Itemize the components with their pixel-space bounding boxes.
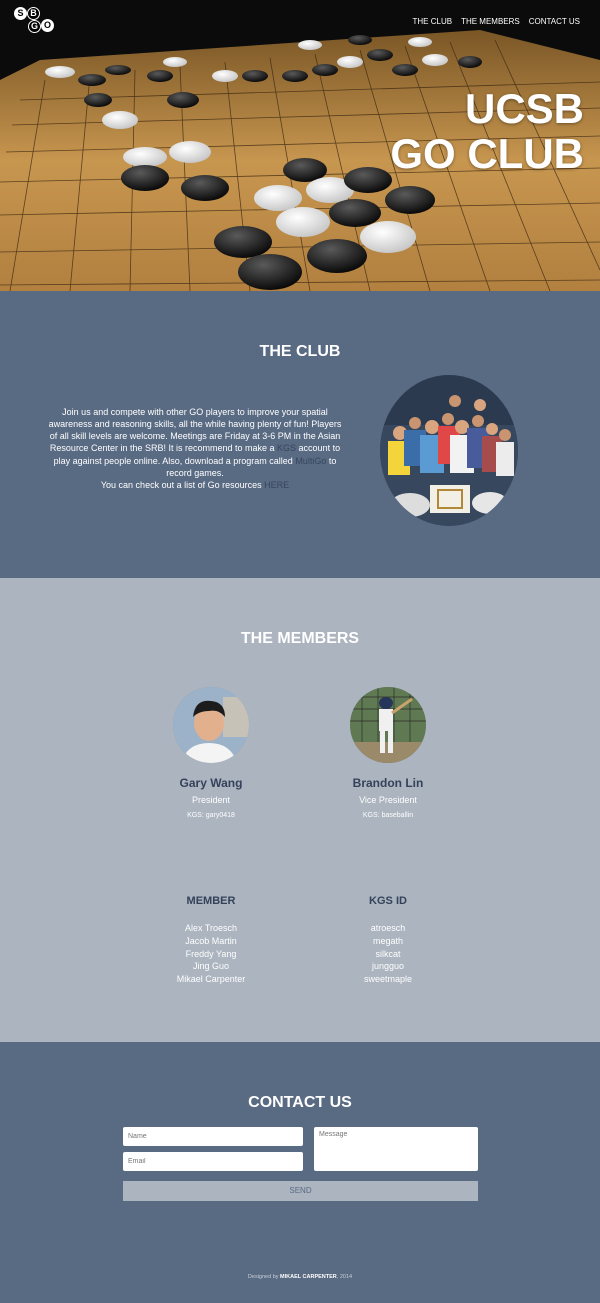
avatar-image [350, 687, 426, 763]
member-name: Jing Guo [192, 961, 230, 972]
officer-kgs: KGS: gary0418 [187, 812, 235, 819]
multigo-link[interactable]: MultiGo [295, 456, 326, 466]
kgs-link[interactable]: KGS [277, 443, 296, 453]
officer-avatar [350, 687, 426, 763]
club-description: Join us and compete with other GO player… [45, 406, 345, 491]
member-kgs-id: silkcat [375, 948, 401, 959]
hero-title: UCSB GO CLUB [390, 86, 584, 177]
name-input[interactable] [123, 1127, 303, 1146]
member-kgs-id: jungguo [371, 961, 405, 972]
member-kgs-id: sweetmaple [363, 974, 413, 985]
kgs-column-header: KGS ID [369, 895, 407, 907]
logo-letter: B [27, 7, 40, 20]
avatar-image [173, 687, 249, 763]
member-name: Jacob Martin [185, 935, 237, 946]
club-group-photo [380, 375, 518, 526]
footer-suffix: , 2014 [336, 1274, 353, 1280]
resources-here-link[interactable]: HERE [264, 480, 289, 490]
officer-kgs: KGS: baseballin [362, 812, 414, 819]
member-kgs-id: megath [372, 935, 404, 946]
officer-name: Gary Wang [179, 776, 243, 790]
officer-card: Brandon Lin Vice President KGS: baseball… [328, 687, 448, 819]
hero-banner: S B G O THE CLUB THE MEMBERS CONTACT US … [0, 0, 600, 291]
message-textarea[interactable] [314, 1127, 478, 1171]
send-button[interactable]: SEND [123, 1181, 478, 1201]
hero-title-line1: UCSB [464, 85, 584, 132]
nav-the-members[interactable]: THE MEMBERS [461, 17, 520, 26]
logo-letter: G [28, 20, 41, 33]
officer-card: Gary Wang President KGS: gary0418 [151, 687, 271, 819]
officer-role: Vice President [359, 795, 417, 805]
member-name: Freddy Yang [185, 948, 237, 959]
club-title: THE CLUB [259, 343, 341, 360]
members-title: THE MEMBERS [240, 630, 360, 647]
nav-the-club[interactable]: THE CLUB [413, 17, 453, 26]
footer-credit: Designed by MIKAEL CARPENTER, 2014 [0, 1274, 600, 1280]
footer-prefix: Designed by [247, 1274, 281, 1280]
member-kgs-id: atroesch [370, 923, 406, 933]
hero-title-line2: GO CLUB [390, 130, 584, 178]
logo-letter: O [41, 19, 54, 32]
member-name: Alex Troesch [184, 923, 238, 933]
club-section: THE CLUB Join us and compete with other … [0, 291, 600, 578]
officer-avatar [173, 687, 249, 763]
contact-title: CONTACT US [248, 1094, 352, 1111]
member-kgs-column: KGS ID atroesch megath silkcat jungguo s… [328, 895, 448, 986]
footer-author[interactable]: MIKAEL CARPENTER [280, 1274, 337, 1280]
email-input[interactable] [123, 1152, 303, 1171]
nav-contact-us[interactable]: CONTACT US [529, 17, 580, 26]
resources-text: You can check out a list of Go resources [100, 479, 265, 490]
member-name: Mikael Carpenter [176, 974, 246, 985]
group-photo-image [380, 375, 518, 526]
logo-letter: S [14, 7, 27, 20]
top-nav: THE CLUB THE MEMBERS CONTACT US [413, 17, 581, 26]
member-names-column: MEMBER Alex Troesch Jacob Martin Freddy … [151, 895, 271, 986]
officer-name: Brandon Lin [352, 776, 424, 790]
members-section: THE MEMBERS Gary Wang President KGS: gar… [0, 578, 600, 1042]
member-column-header: MEMBER [186, 895, 236, 907]
officer-role: President [191, 795, 231, 805]
contact-section: CONTACT US SEND Designed by MIKAEL CARPE… [0, 1042, 600, 1303]
site-logo[interactable]: S B G O [14, 7, 54, 35]
